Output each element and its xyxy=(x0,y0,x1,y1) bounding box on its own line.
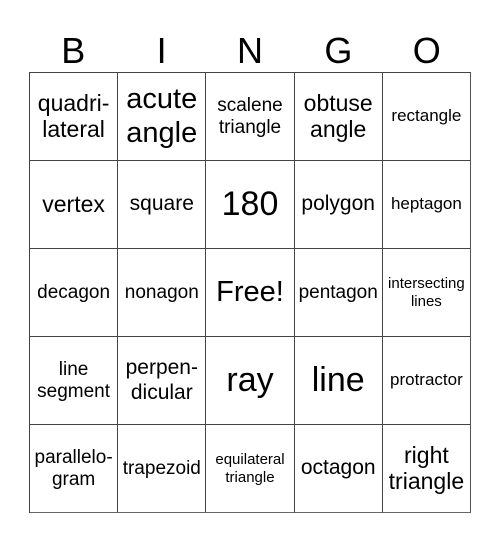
header-letter-g: G xyxy=(324,30,353,71)
bingo-cell[interactable]: ray xyxy=(206,337,295,425)
bingo-cell[interactable]: vertex xyxy=(30,161,119,249)
bingo-header: B I N G O xyxy=(29,30,471,72)
bingo-cell[interactable]: line segment xyxy=(30,337,119,425)
bingo-cell[interactable]: square xyxy=(118,161,207,249)
bingo-cell[interactable]: 180 xyxy=(206,161,295,249)
bingo-cell[interactable]: protractor xyxy=(382,337,471,425)
bingo-cell[interactable]: right triangle xyxy=(382,425,471,513)
header-letter-o: O xyxy=(412,30,441,71)
bingo-cell[interactable]: scalene triangle xyxy=(206,73,295,161)
bingo-cell[interactable]: acute angle xyxy=(118,73,207,161)
bingo-cell[interactable]: line xyxy=(294,337,383,425)
bingo-cell[interactable]: pentagon xyxy=(294,249,383,337)
bingo-cell[interactable]: trapezoid xyxy=(118,425,207,513)
bingo-cell[interactable]: polygon xyxy=(294,161,383,249)
bingo-cell[interactable]: equilateral triangle xyxy=(206,425,295,513)
bingo-cell[interactable]: obtuse angle xyxy=(294,73,383,161)
free-space-cell[interactable]: Free! xyxy=(206,249,295,337)
bingo-cell[interactable]: nonagon xyxy=(118,249,207,337)
bingo-cell[interactable]: rectangle xyxy=(382,73,471,161)
bingo-cell[interactable]: quadri- lateral xyxy=(30,73,119,161)
bingo-cell[interactable]: intersecting lines xyxy=(382,249,471,337)
bingo-cell[interactable]: heptagon xyxy=(382,161,471,249)
bingo-cell[interactable]: parallelo- gram xyxy=(30,425,119,513)
bingo-board: quadri- lateral acute angle scalene tria… xyxy=(29,72,471,513)
bingo-cell[interactable]: octagon xyxy=(294,425,383,513)
bingo-cell[interactable]: perpen- dicular xyxy=(118,337,207,425)
header-letter-n: N xyxy=(236,30,263,71)
header-letter-b: B xyxy=(61,30,86,71)
header-letter-i: I xyxy=(156,30,167,71)
bingo-cell[interactable]: decagon xyxy=(30,249,119,337)
